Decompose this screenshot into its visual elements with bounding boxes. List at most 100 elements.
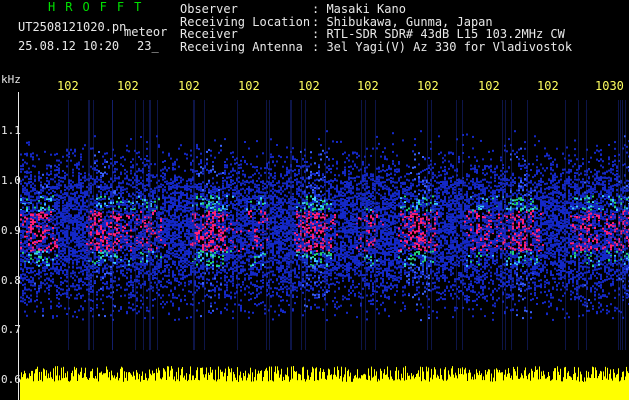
spectrum-pixel: [50, 236, 52, 238]
spectrum-pixel: [130, 253, 132, 256]
spectrum-pixel: [40, 185, 42, 188]
spectrum-pixel: [196, 271, 198, 274]
spectrum-pixel: [136, 163, 138, 166]
spectrum-pixel: [96, 224, 98, 227]
spectrum-pixel: [58, 248, 60, 251]
spectrum-pixel: [164, 239, 166, 242]
spectrum-pixel: [140, 197, 142, 200]
spectrum-pixel: [56, 212, 58, 215]
spectrum-pixel: [50, 153, 52, 156]
spectrum-pixel: [166, 169, 168, 172]
spectrum-pixel: [132, 308, 134, 311]
spectrum-pixel: [146, 263, 148, 266]
spectrum-pixel: [122, 264, 124, 267]
spectrum-pixel: [30, 244, 32, 247]
spectrum-pixel: [124, 168, 126, 171]
spectrum-pixel: [146, 217, 148, 220]
spectrum-pixel: [78, 271, 80, 274]
spectrum-pixel: [190, 243, 192, 246]
spectrum-pixel: [28, 272, 30, 274]
spectrum-pixel: [120, 272, 122, 275]
spectrum-pixel: [172, 196, 174, 199]
spectrum-pixel: [102, 225, 104, 228]
spectrum-pixel: [106, 214, 108, 217]
spectrum-pixel: [188, 197, 190, 200]
spectrum-pixel: [178, 263, 180, 266]
spectrum-pixel: [162, 188, 164, 191]
spectrum-pixel: [62, 292, 64, 295]
spectrum-pixel: [162, 256, 164, 259]
spectrum-pixel: [160, 259, 162, 262]
spectrum-pixel: [116, 212, 118, 215]
spectrum-pixel: [126, 248, 128, 251]
spectrum-pixel: [22, 234, 24, 237]
spectrum-pixel: [86, 251, 88, 254]
spectrum-pixel: [120, 286, 122, 289]
spectrum-pixel: [162, 161, 164, 163]
spectrum-pixel: [30, 231, 32, 234]
spectrum-pixel: [24, 235, 26, 238]
spectrum-pixel: [78, 196, 80, 199]
spectrum-pixel: [106, 246, 108, 249]
spectrum-pixel: [98, 257, 100, 260]
spectrum-pixel: [182, 229, 184, 232]
spectrum-pixel: [196, 285, 198, 288]
spectrum-pixel: [200, 221, 202, 224]
spectrum-pixel: [172, 217, 174, 220]
spectrum-pixel: [42, 209, 44, 212]
spectrum-pixel: [38, 230, 40, 233]
spectrum-pixel: [132, 206, 134, 209]
spectrum-pixel: [30, 195, 32, 198]
spectrum-pixel: [202, 268, 204, 270]
spectrum-pixel: [186, 224, 188, 227]
spectrum-pixel: [94, 168, 96, 171]
spectrum-pixel: [172, 184, 174, 187]
spectrum-pixel: [180, 242, 182, 245]
spectrum-pixel: [42, 267, 44, 270]
spectrum-pixel: [66, 255, 68, 258]
spectrum-pixel: [140, 241, 142, 244]
spectrum-pixel: [76, 240, 78, 243]
spectrum-pixel: [174, 202, 176, 205]
spectrum-pixel: [70, 233, 72, 236]
spectrum-pixel: [128, 250, 130, 252]
spectrum-pixel: [154, 200, 156, 203]
spectrum-pixel: [186, 204, 188, 207]
spectrum-pixel: [186, 192, 188, 195]
spectrum-pixel: [176, 280, 178, 282]
spectrum-pixel: [46, 264, 48, 267]
spectrum-pixel: [140, 182, 142, 185]
spectrum-pixel: [190, 316, 192, 319]
spectrum-pixel: [80, 305, 82, 308]
spectrum-pixel: [172, 251, 174, 254]
spectrum-pixel: [114, 174, 116, 177]
y-axis-unit: kHz: [1, 73, 21, 86]
spectrum-pixel: [74, 214, 76, 217]
spectrum-pixel: [188, 243, 190, 246]
spectrum-pixel: [94, 213, 96, 216]
spectrum-pixel: [60, 260, 62, 263]
spectrum-pixel: [78, 287, 80, 290]
spectrum-pixel: [146, 236, 148, 239]
spectrum-pixel: [28, 258, 30, 261]
spectrum-pixel: [162, 184, 164, 187]
hrofft-title: HROFFT: [48, 0, 152, 14]
spectrum-pixel: [38, 264, 40, 267]
spectrum-pixel: [50, 258, 52, 261]
spectrum-pixel: [46, 179, 48, 182]
spectrum-pixel: [182, 253, 184, 256]
spectrum-pixel: [168, 244, 170, 247]
spectrum-pixel: [110, 202, 112, 205]
spectrum-pixel: [178, 215, 180, 218]
spectrum-pixel: [132, 286, 134, 289]
spectrum-pixel: [178, 281, 180, 284]
spectrum-pixel: [146, 147, 148, 150]
spectrum-pixel: [120, 195, 122, 198]
spectrum-pixel: [20, 224, 22, 227]
spectrum-pixel: [106, 206, 108, 208]
spectrum-pixel: [20, 234, 22, 236]
spectrum-pixel: [62, 170, 64, 172]
spectrum-pixel: [28, 297, 30, 300]
spectrum-pixel: [80, 270, 82, 273]
spectrum-pixel: [130, 212, 132, 215]
